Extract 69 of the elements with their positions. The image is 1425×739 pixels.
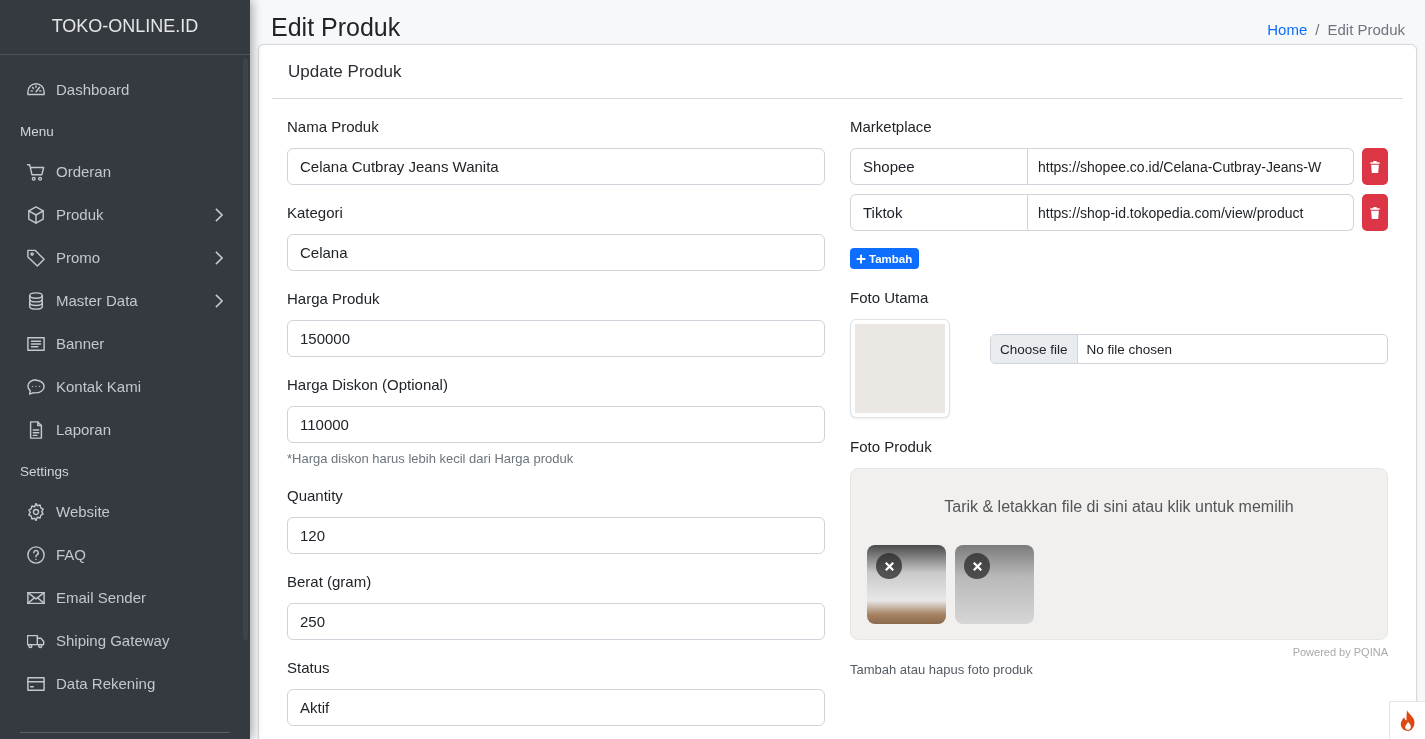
debug-toolbar-button[interactable] bbox=[1389, 701, 1425, 739]
remove-button[interactable] bbox=[964, 553, 990, 579]
field-label: Harga Produk bbox=[287, 289, 381, 309]
sidebar-item[interactable]: Data Rekening bbox=[8, 662, 242, 705]
page-title: Edit Produk bbox=[271, 12, 401, 43]
trash-icon bbox=[1370, 206, 1380, 219]
close-icon bbox=[884, 561, 894, 571]
field-label: Kategori bbox=[287, 203, 344, 223]
delete-button[interactable] bbox=[1362, 148, 1388, 185]
database-icon bbox=[27, 291, 45, 310]
text-input[interactable]: 150000 bbox=[287, 320, 825, 357]
file-input[interactable]: Choose file No file chosen bbox=[990, 334, 1388, 364]
url-input[interactable]: https://shop-id.tokopedia.com/view/product bbox=[1028, 194, 1354, 231]
field-label: Nama Produk bbox=[287, 117, 380, 137]
delete-button[interactable] bbox=[1362, 194, 1388, 231]
flame-icon bbox=[1399, 709, 1416, 732]
close-icon bbox=[972, 561, 982, 571]
help-text: Tambah atau hapus foto produk bbox=[850, 661, 1034, 679]
sidebar-item[interactable]: Banner bbox=[8, 322, 242, 365]
dropzone-instruction: Tarik & letakkan file di sini atau klik untuk memilih bbox=[943, 497, 1295, 517]
sidebar-item[interactable]: Dashboard bbox=[8, 68, 242, 111]
trash-icon bbox=[1370, 160, 1380, 173]
text-input[interactable]: 110000 bbox=[287, 406, 825, 443]
chat-icon bbox=[27, 377, 45, 396]
add-button[interactable]: Tambah bbox=[850, 248, 920, 269]
field-label: Quantity bbox=[287, 486, 344, 506]
breadcrumb-current: Edit Produk bbox=[1327, 20, 1405, 40]
marketplace-name-input[interactable]: Tiktok bbox=[850, 194, 1028, 231]
remove-button[interactable] bbox=[876, 553, 902, 579]
box-icon bbox=[27, 205, 45, 224]
text-input[interactable]: 250 bbox=[287, 603, 825, 640]
sidebar-item[interactable]: Produk bbox=[8, 193, 242, 236]
text-input[interactable]: 120 bbox=[287, 517, 825, 554]
settings-icon bbox=[27, 502, 45, 521]
text-input[interactable]: Celana Cutbray Jeans Wanita bbox=[287, 148, 825, 185]
breadcrumb-separator: / bbox=[1315, 20, 1320, 40]
marketplace-name-input[interactable]: Shopee bbox=[850, 148, 1028, 185]
nav-section-header: Settings bbox=[19, 463, 70, 481]
text-input[interactable]: Aktif bbox=[287, 689, 825, 726]
text-card-icon bbox=[27, 334, 45, 353]
tag-icon bbox=[27, 248, 45, 267]
url-input[interactable]: https://shopee.co.id/Celana-Cutbray-Jeans-W bbox=[1028, 148, 1354, 185]
field-label: Foto Produk bbox=[850, 437, 933, 457]
credit-card-icon bbox=[27, 674, 45, 693]
sidebar-item[interactable]: FAQ bbox=[8, 533, 242, 576]
sidebar-item[interactable]: Laporan bbox=[8, 408, 242, 451]
sidebar-item[interactable]: Promo bbox=[8, 236, 242, 279]
breadcrumb-link[interactable]: Home bbox=[1267, 20, 1308, 40]
sidebar-item[interactable]: Email Sender bbox=[8, 576, 242, 619]
file-dropzone[interactable]: Tarik & letakkan file di sini atau klik untuk memilih bbox=[850, 468, 1388, 640]
field-label: Harga Diskon (Optional) bbox=[287, 375, 449, 395]
sidebar-item[interactable]: Shiping Gateway bbox=[8, 619, 242, 662]
credit-text: Powered by PQINA bbox=[1291, 645, 1388, 659]
help-text: *Harga diskon harus lebih kecil dari Harga produk bbox=[287, 450, 575, 468]
sidebar-item[interactable]: Website bbox=[8, 490, 242, 533]
question-icon bbox=[27, 545, 45, 564]
cart-icon bbox=[27, 162, 45, 181]
field-label: Status bbox=[287, 658, 331, 678]
sidebar-item[interactable]: Kontak Kami bbox=[8, 365, 242, 408]
plus-icon bbox=[856, 253, 866, 264]
field-label: Marketplace bbox=[850, 117, 933, 137]
sidebar-item[interactable]: Master Data bbox=[8, 279, 242, 322]
nav-section-header: Menu bbox=[19, 123, 55, 141]
field-label: Berat (gram) bbox=[287, 572, 373, 592]
document-icon bbox=[27, 420, 45, 439]
text-input[interactable]: Celana bbox=[287, 234, 825, 271]
field-label: Foto Utama bbox=[850, 288, 930, 308]
card-title: Update Produk bbox=[288, 61, 402, 82]
sidebar-item[interactable]: Orderan bbox=[8, 150, 242, 193]
